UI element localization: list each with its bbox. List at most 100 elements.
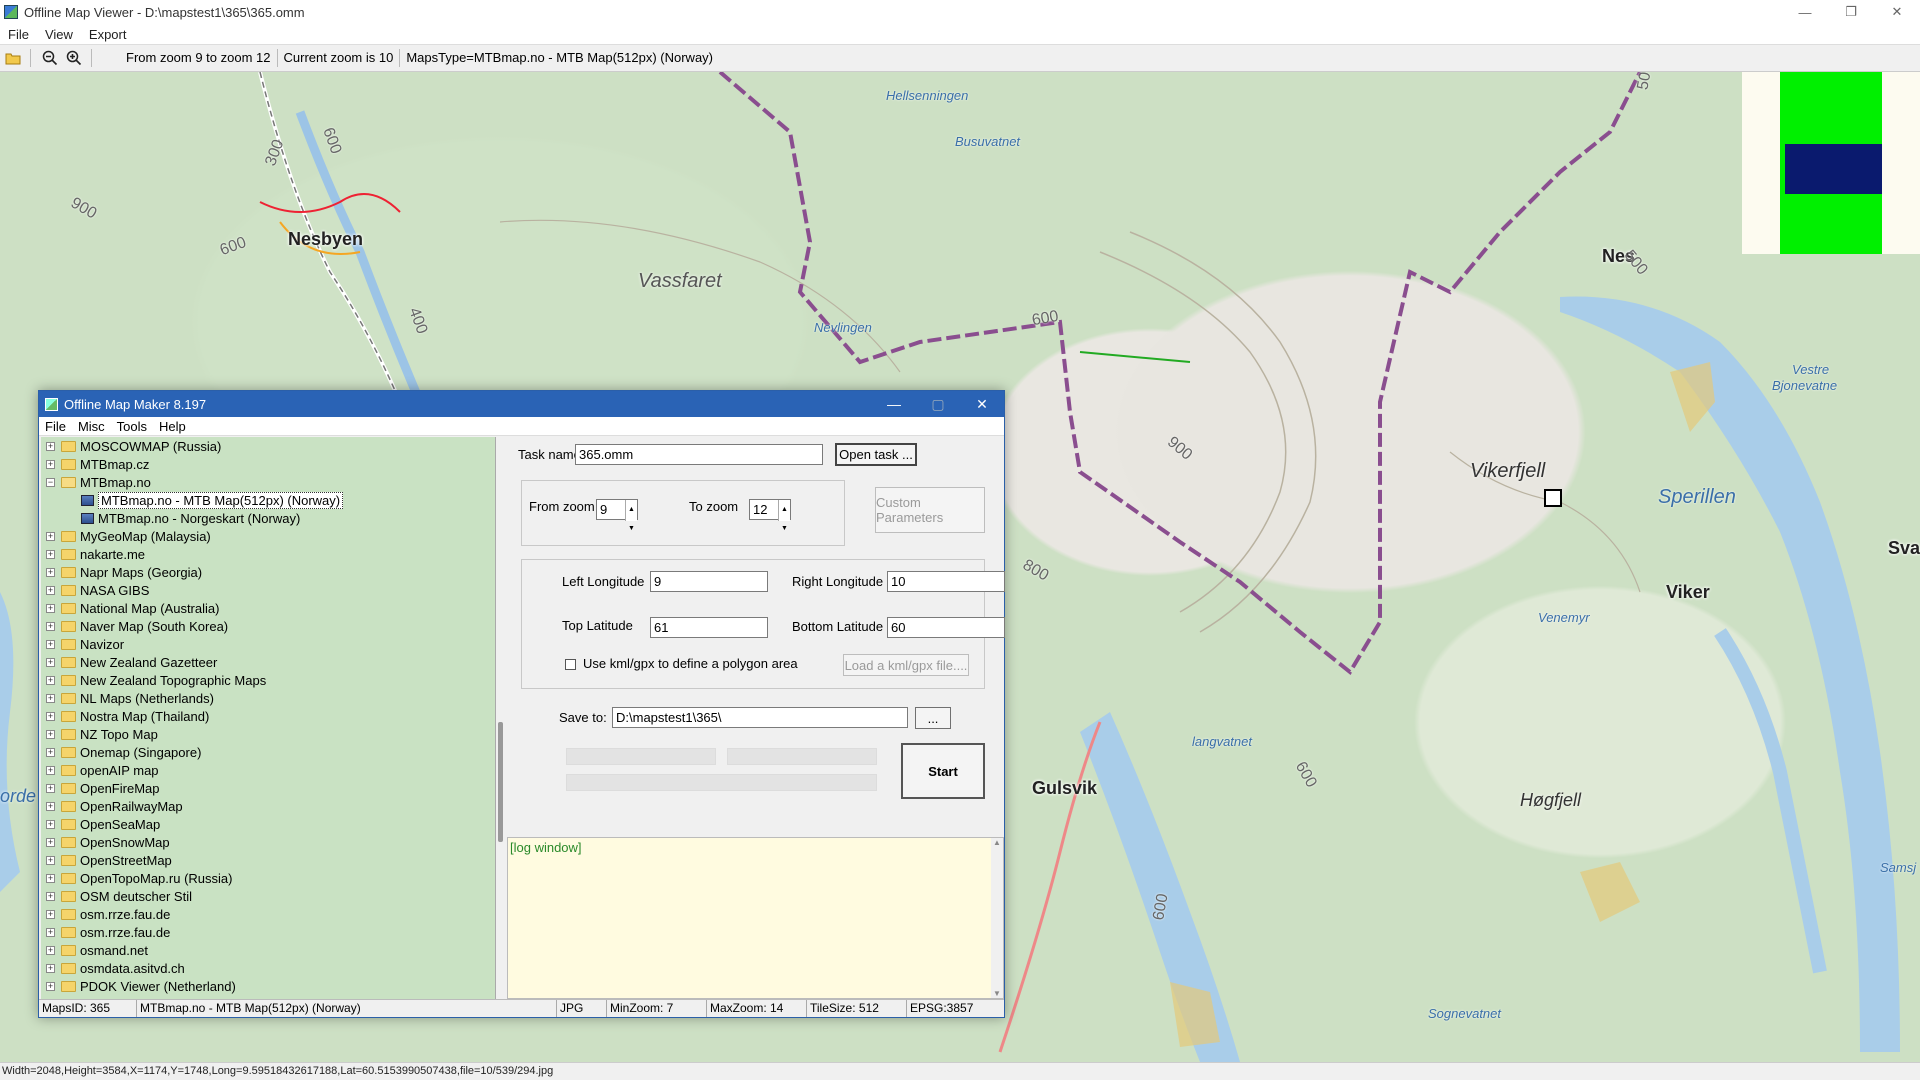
- open-task-button[interactable]: Open task ...: [835, 443, 917, 466]
- tree-item[interactable]: + Nostra Map (Thailand): [41, 707, 495, 725]
- zoom-in-icon[interactable]: [63, 47, 85, 69]
- expand-icon[interactable]: +: [46, 549, 55, 559]
- expand-icon[interactable]: +: [46, 981, 55, 991]
- expand-icon[interactable]: +: [46, 747, 55, 757]
- tree-item[interactable]: + osm.rrze.fau.de: [41, 923, 495, 941]
- left-longitude-input[interactable]: [650, 571, 768, 592]
- spin-arrows-icon[interactable]: ▲ ▼: [778, 500, 790, 532]
- expand-icon[interactable]: +: [46, 639, 55, 649]
- tree-item[interactable]: + osmdata.asitvd.ch: [41, 959, 495, 977]
- minimize-button[interactable]: —: [1782, 0, 1828, 24]
- dialog-menu-file[interactable]: File: [39, 419, 72, 434]
- log-scrollbar[interactable]: ▲ ▼: [991, 838, 1003, 998]
- expand-icon[interactable]: +: [46, 585, 55, 595]
- map-source-tree[interactable]: + MOSCOWMAP (Russia) + MTBmap.cz − MTBmap.n…: [41, 437, 496, 999]
- minimap-viewport-indicator[interactable]: [1785, 144, 1882, 194]
- tree-item[interactable]: + osm.rrze.fau.de: [41, 905, 495, 923]
- tree-item[interactable]: + osmand.net: [41, 941, 495, 959]
- expand-icon[interactable]: +: [46, 783, 55, 793]
- tree-item[interactable]: + OpenStreetMap: [41, 851, 495, 869]
- start-button[interactable]: Start: [901, 743, 985, 799]
- tree-child-item[interactable]: MTBmap.no - MTB Map(512px) (Norway): [41, 491, 495, 509]
- tree-item[interactable]: + OpenSeaMap: [41, 815, 495, 833]
- task-name-input[interactable]: [575, 444, 823, 465]
- tree-item[interactable]: + New Zealand Topographic Maps: [41, 671, 495, 689]
- tree-item[interactable]: + openAIP map: [41, 761, 495, 779]
- expand-icon[interactable]: +: [46, 765, 55, 775]
- browse-button[interactable]: ...: [915, 707, 951, 729]
- expand-icon[interactable]: +: [46, 531, 55, 541]
- dialog-menu-tools[interactable]: Tools: [111, 419, 153, 434]
- expand-icon[interactable]: +: [46, 441, 55, 451]
- spin-arrows-icon[interactable]: ▲ ▼: [625, 500, 637, 532]
- tree-item[interactable]: + OpenSnowMap: [41, 833, 495, 851]
- maximize-button[interactable]: ❐: [1828, 0, 1874, 24]
- expand-icon[interactable]: +: [46, 621, 55, 631]
- expand-icon[interactable]: +: [46, 909, 55, 919]
- menu-file[interactable]: File: [0, 27, 37, 42]
- tree-item[interactable]: + PDOK Viewer (Netherland): [41, 977, 495, 995]
- expand-icon[interactable]: +: [46, 729, 55, 739]
- tree-item[interactable]: + MTBmap.cz: [41, 455, 495, 473]
- dialog-titlebar[interactable]: Offline Map Maker 8.197 — ▢ ✕: [39, 391, 1004, 417]
- expand-icon[interactable]: +: [46, 837, 55, 847]
- dialog-close-button[interactable]: ✕: [960, 391, 1004, 417]
- tree-item[interactable]: + NL Maps (Netherlands): [41, 689, 495, 707]
- to-zoom-stepper[interactable]: 12 ▲ ▼: [749, 499, 791, 532]
- custom-parameters-button[interactable]: Custom Parameters: [875, 487, 985, 533]
- expand-icon[interactable]: +: [46, 567, 55, 577]
- menu-view[interactable]: View: [37, 27, 81, 42]
- tree-item[interactable]: + NZ Topo Map: [41, 725, 495, 743]
- close-button[interactable]: ✕: [1874, 0, 1920, 24]
- load-kml-button[interactable]: Load a kml/gpx file....: [843, 654, 969, 676]
- expand-icon[interactable]: +: [46, 459, 55, 469]
- menu-export[interactable]: Export: [81, 27, 135, 42]
- expand-icon[interactable]: +: [46, 927, 55, 937]
- kml-polygon-checkbox[interactable]: [565, 659, 576, 670]
- from-zoom-stepper[interactable]: 9 ▲ ▼: [596, 499, 638, 532]
- tree-item[interactable]: + NASA GIBS: [41, 581, 495, 599]
- tree-item[interactable]: + MOSCOWMAP (Russia): [41, 437, 495, 455]
- tree-item[interactable]: + New Zealand Gazetteer: [41, 653, 495, 671]
- right-longitude-input[interactable]: [887, 571, 1005, 592]
- bottom-latitude-input[interactable]: [887, 617, 1005, 638]
- expand-icon[interactable]: +: [46, 693, 55, 703]
- expand-icon[interactable]: +: [46, 873, 55, 883]
- tree-item[interactable]: + OpenTopoMap.ru (Russia): [41, 869, 495, 887]
- expand-icon[interactable]: +: [46, 855, 55, 865]
- expand-icon[interactable]: +: [46, 945, 55, 955]
- scroll-down-icon[interactable]: ▼: [993, 989, 1001, 998]
- dialog-minimize-button[interactable]: —: [872, 391, 916, 417]
- tree-item[interactable]: + Napr Maps (Georgia): [41, 563, 495, 581]
- tree-item[interactable]: + OpenRailwayMap: [41, 797, 495, 815]
- tree-item[interactable]: + National Map (Australia): [41, 599, 495, 617]
- tree-child-item[interactable]: MTBmap.no - Norgeskart (Norway): [41, 509, 495, 527]
- dialog-maximize-button[interactable]: ▢: [916, 391, 960, 417]
- expand-icon[interactable]: +: [46, 891, 55, 901]
- expand-icon[interactable]: +: [46, 675, 55, 685]
- top-latitude-input[interactable]: [650, 617, 768, 638]
- open-folder-icon[interactable]: [2, 47, 24, 69]
- expand-icon[interactable]: +: [46, 801, 55, 811]
- save-to-input[interactable]: [612, 707, 908, 728]
- tree-item[interactable]: + OSM deutscher Stil: [41, 887, 495, 905]
- dialog-menu-help[interactable]: Help: [153, 419, 192, 434]
- tree-item[interactable]: − MTBmap.no: [41, 473, 495, 491]
- tree-item[interactable]: + Onemap (Singapore): [41, 743, 495, 761]
- dialog-menu-misc[interactable]: Misc: [72, 419, 111, 434]
- overview-minimap[interactable]: [1742, 72, 1920, 254]
- log-window[interactable]: [log window] ▲ ▼: [507, 837, 1004, 999]
- expand-icon[interactable]: +: [46, 711, 55, 721]
- tree-scrollbar[interactable]: [496, 437, 506, 999]
- tree-item[interactable]: + Naver Map (South Korea): [41, 617, 495, 635]
- scroll-up-icon[interactable]: ▲: [993, 838, 1001, 847]
- expand-icon[interactable]: +: [46, 657, 55, 667]
- collapse-icon[interactable]: −: [46, 477, 55, 487]
- tree-item[interactable]: + OpenFireMap: [41, 779, 495, 797]
- scrollbar-thumb[interactable]: [498, 722, 503, 842]
- expand-icon[interactable]: +: [46, 603, 55, 613]
- expand-icon[interactable]: +: [46, 963, 55, 973]
- tree-item[interactable]: + Navizor: [41, 635, 495, 653]
- tree-item[interactable]: + nakarte.me: [41, 545, 495, 563]
- expand-icon[interactable]: +: [46, 819, 55, 829]
